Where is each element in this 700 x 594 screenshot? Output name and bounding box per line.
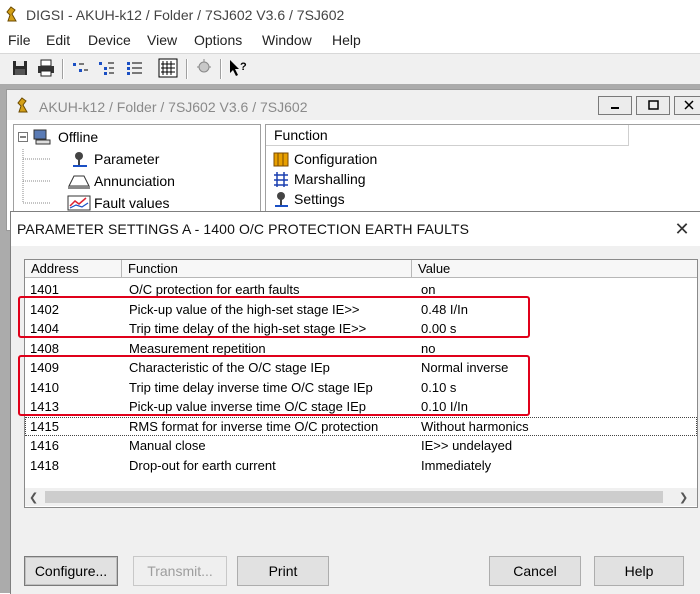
configuration-icon xyxy=(273,152,289,167)
scroll-right-icon[interactable]: ❯ xyxy=(679,491,691,504)
menu-edit[interactable]: Edit xyxy=(46,32,70,48)
maximize-button[interactable] xyxy=(636,96,670,115)
tree-item-label: Parameter xyxy=(94,151,160,167)
column-header-function[interactable]: Function xyxy=(122,260,412,278)
device-window: AKUH-k12 / Folder / 7SJ602 V3.6 / 7SJ602… xyxy=(6,89,700,231)
tree-item-label: Annunciation xyxy=(94,173,175,189)
print-button[interactable]: Print xyxy=(237,556,329,586)
device-window-titlebar: AKUH-k12 / Folder / 7SJ602 V3.6 / 7SJ602 xyxy=(7,90,700,120)
toolbar-separator xyxy=(220,59,222,79)
function-item-marshalling[interactable]: Marshalling xyxy=(270,169,570,189)
function-item-settings[interactable]: Settings xyxy=(270,189,570,209)
scroll-left-icon[interactable]: ❮ xyxy=(29,491,41,504)
table-row[interactable]: 1415 RMS format for inverse time O/C prot… xyxy=(25,416,697,436)
table-row[interactable]: 1416 Manual close IE>> undelayed xyxy=(25,436,697,456)
digsi-app-icon xyxy=(17,97,28,113)
save-icon[interactable] xyxy=(10,58,30,78)
cell-address: 1415 xyxy=(30,418,59,434)
tree-connector xyxy=(22,181,50,204)
settings-icon xyxy=(275,192,288,207)
cell-function: RMS format for inverse time O/C protecti… xyxy=(129,418,379,434)
highlight-box xyxy=(18,355,530,416)
dialog-titlebar: PARAMETER SETTINGS A - 1400 O/C PROTECTI… xyxy=(11,212,700,246)
cancel-button[interactable]: Cancel xyxy=(489,556,581,586)
cell-function: Measurement repetition xyxy=(129,340,266,356)
close-window-button[interactable] xyxy=(674,96,700,115)
function-item-configuration[interactable]: Configuration xyxy=(270,149,570,169)
view-grid-icon[interactable] xyxy=(158,58,178,78)
function-header-label: Function xyxy=(274,127,328,143)
app-title: DIGSI - AKUH-k12 / Folder / 7SJ602 V3.6 … xyxy=(26,7,345,23)
cell-value: Immediately xyxy=(421,457,492,473)
column-header-address[interactable]: Address xyxy=(25,260,122,278)
table-header: Address Function Value xyxy=(25,260,697,279)
app-titlebar: DIGSI - AKUH-k12 / Folder / 7SJ602 V3.6 … xyxy=(0,0,700,30)
cell-value: IE>> undelayed xyxy=(421,438,513,453)
view-tree-icon[interactable] xyxy=(96,58,116,78)
highlight-box xyxy=(18,296,530,338)
toolbar-separator xyxy=(186,59,188,79)
cell-value: Without harmonics xyxy=(421,418,529,434)
view-list-icon[interactable] xyxy=(70,58,90,78)
cell-address: 1416 xyxy=(30,438,59,453)
digsi-app-icon xyxy=(6,6,17,22)
toolbar: ? xyxy=(0,53,700,85)
svg-text:?: ? xyxy=(240,61,247,73)
collapse-icon[interactable] xyxy=(18,132,28,142)
table-row[interactable]: 1418 Drop-out for earth current Immediatel… xyxy=(25,456,697,476)
menu-window[interactable]: Window xyxy=(262,32,312,48)
menu-file[interactable]: File xyxy=(8,32,31,48)
cell-value: on xyxy=(421,282,436,297)
tree-item-label: Fault values xyxy=(94,195,170,211)
menubar: File Edit Device View Options Window Hel… xyxy=(0,30,700,52)
menu-view[interactable]: View xyxy=(147,32,177,48)
annunciation-icon xyxy=(68,175,90,189)
cell-function: Drop-out for earth current xyxy=(129,457,276,473)
transmit-button[interactable]: Transmit... xyxy=(133,556,227,586)
device-window-title: AKUH-k12 / Folder / 7SJ602 V3.6 / 7SJ602 xyxy=(39,99,308,115)
minimize-icon xyxy=(611,107,619,109)
cell-value: no xyxy=(421,340,436,356)
cell-address: 1401 xyxy=(30,282,59,297)
horizontal-scrollbar[interactable]: ❮ ❯ xyxy=(25,488,697,506)
cell-function: O/C protection for earth faults xyxy=(129,282,300,297)
function-column-header[interactable]: Function xyxy=(266,125,629,146)
help-button[interactable]: Help xyxy=(594,556,684,586)
tree-item-offline[interactable]: Offline xyxy=(14,127,254,147)
toolbar-separator xyxy=(62,59,64,79)
cell-function: Manual close xyxy=(129,438,206,453)
configure-button[interactable]: Configure... xyxy=(24,556,118,586)
print-icon[interactable] xyxy=(36,58,56,78)
parameter-icon xyxy=(73,152,87,167)
minimize-button[interactable] xyxy=(598,96,632,115)
menu-options[interactable]: Options xyxy=(194,32,242,48)
close-icon xyxy=(684,100,694,110)
dialog-title: PARAMETER SETTINGS A - 1400 O/C PROTECTI… xyxy=(17,221,470,237)
view-details-icon[interactable] xyxy=(124,58,144,78)
column-header-value[interactable]: Value xyxy=(412,260,697,278)
close-icon[interactable]: ✕ xyxy=(671,218,693,240)
tree-item-label: Offline xyxy=(58,129,99,145)
computer-icon xyxy=(33,129,51,145)
menu-device[interactable]: Device xyxy=(88,32,131,48)
fault-values-icon xyxy=(67,195,91,211)
function-item-label: Settings xyxy=(294,191,345,207)
function-item-label: Marshalling xyxy=(294,171,366,187)
menu-help[interactable]: Help xyxy=(332,32,361,48)
cell-address: 1418 xyxy=(30,457,59,473)
scrollbar-thumb[interactable] xyxy=(45,491,663,503)
tree-item-fault-values[interactable]: Fault values xyxy=(14,181,254,213)
help-pointer-icon[interactable]: ? xyxy=(228,58,248,78)
cell-address: 1408 xyxy=(30,340,59,356)
marshalling-icon xyxy=(274,172,288,187)
parameter-settings-dialog: PARAMETER SETTINGS A - 1400 O/C PROTECTI… xyxy=(10,211,700,594)
function-item-label: Configuration xyxy=(294,151,378,167)
maximize-icon xyxy=(648,100,659,110)
device-icon[interactable] xyxy=(194,58,214,78)
